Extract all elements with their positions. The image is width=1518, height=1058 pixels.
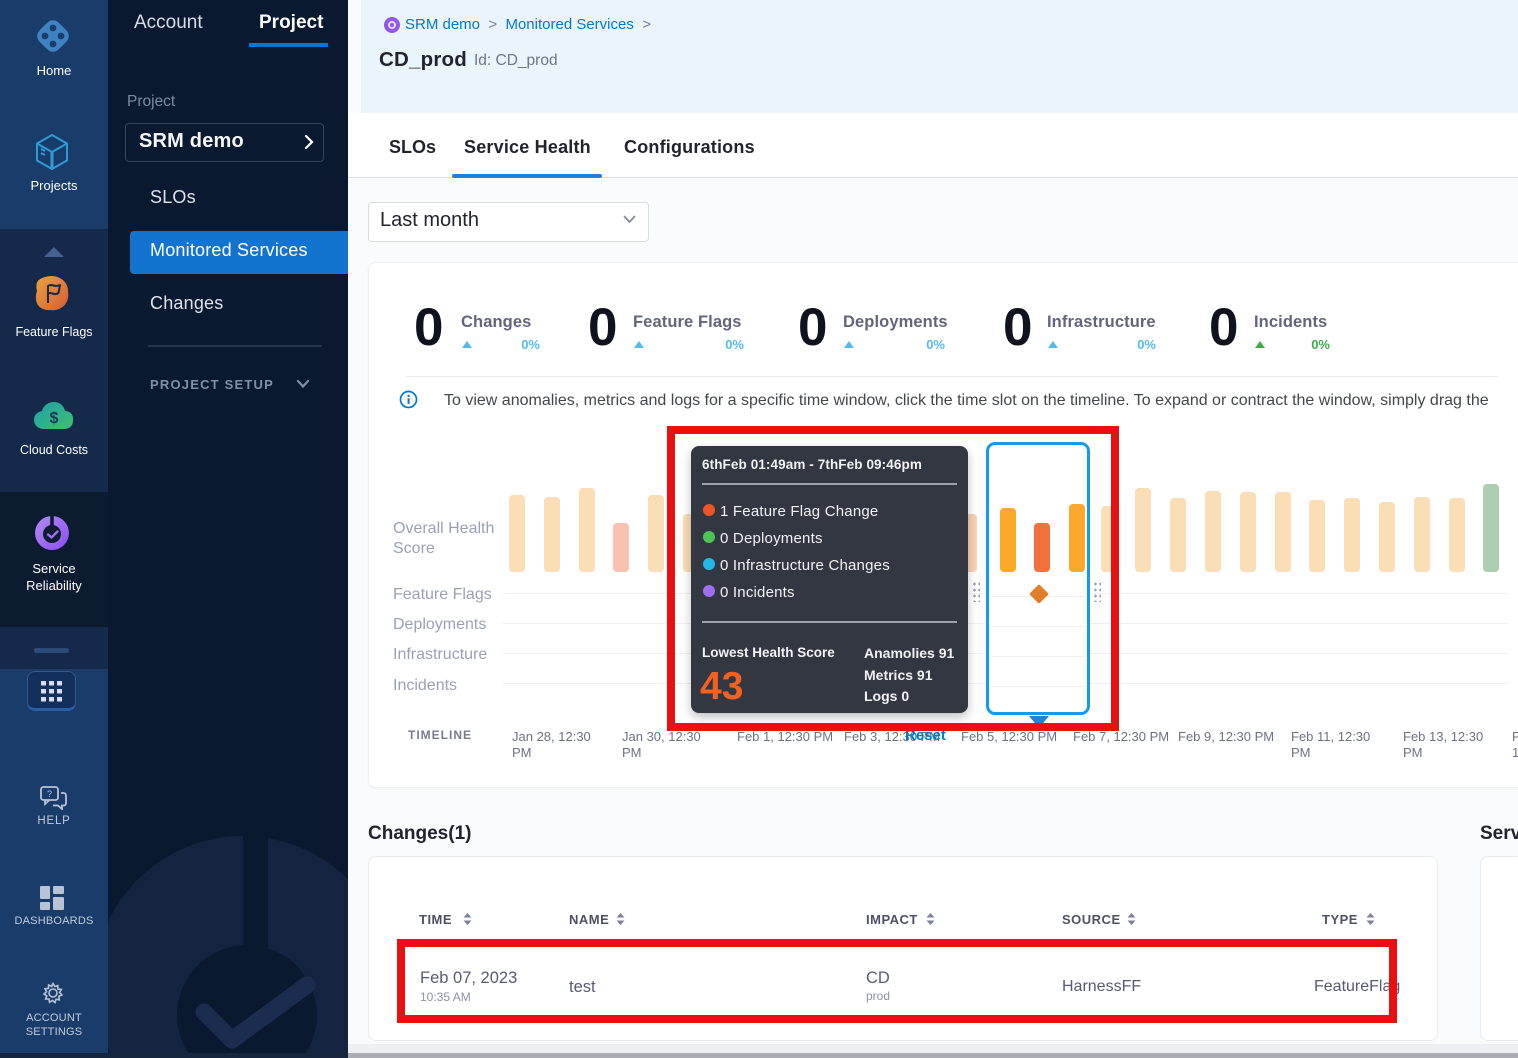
- svg-text:$: $: [50, 410, 59, 427]
- svg-text:?: ?: [47, 789, 52, 799]
